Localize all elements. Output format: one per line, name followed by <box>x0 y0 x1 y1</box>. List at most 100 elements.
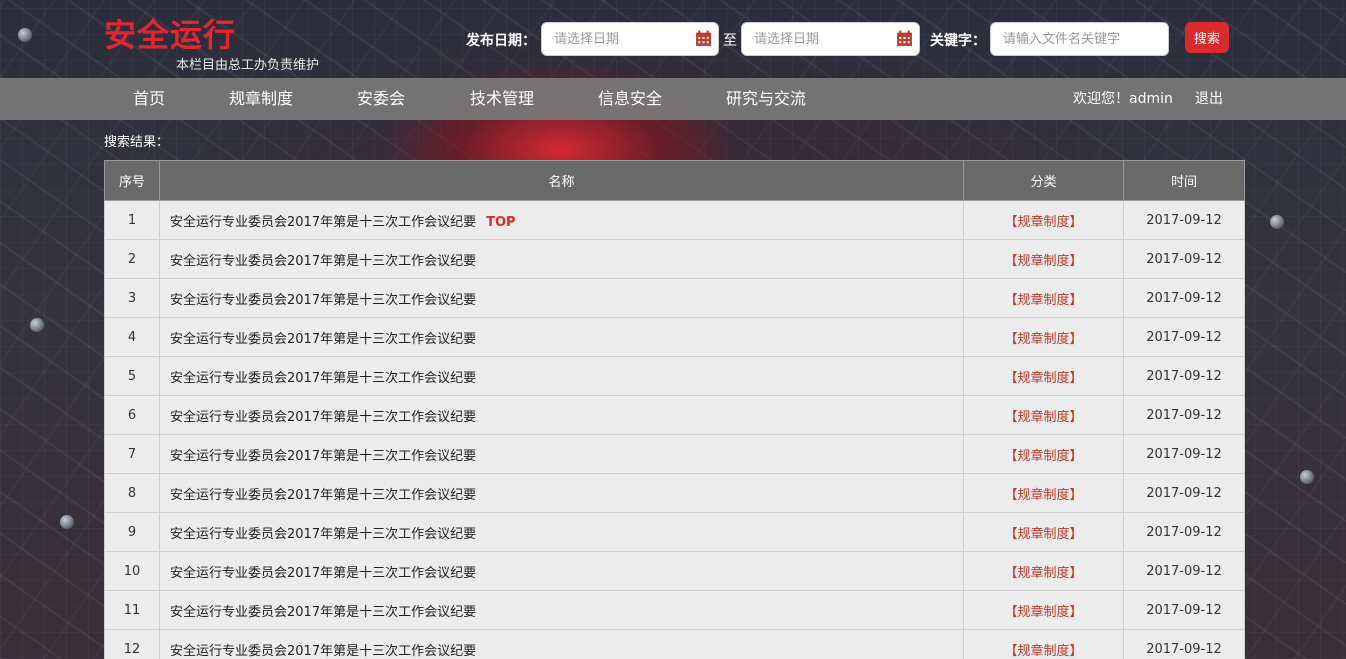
document-link[interactable]: 安全运行专业委员会2017年第是十三次工作会议纪要 <box>170 566 476 581</box>
row-name-cell: 安全运行专业委员会2017年第是十三次工作会议纪要 <box>159 473 964 513</box>
document-link[interactable]: 安全运行专业委员会2017年第是十三次工作会议纪要 <box>170 332 476 347</box>
table-row: 12 安全运行专业委员会2017年第是十三次工作会议纪要 【规章制度】 2017-09… <box>104 629 1245 659</box>
row-category[interactable]: 【规章制度】 <box>963 239 1124 279</box>
row-category[interactable]: 【规章制度】 <box>963 629 1124 659</box>
site-logo: 安全运行 <box>104 16 237 54</box>
nav-item-regulations[interactable]: 规章制度 <box>229 78 293 120</box>
row-category[interactable]: 【规章制度】 <box>963 395 1124 435</box>
table-row: 9 安全运行专业委员会2017年第是十三次工作会议纪要 【规章制度】 2017-09-… <box>104 512 1245 552</box>
row-index: 9 <box>104 512 160 552</box>
document-link[interactable]: 安全运行专业委员会2017年第是十三次工作会议纪要 <box>170 293 476 308</box>
date-filter-label: 发布日期： <box>466 33 536 49</box>
row-category[interactable]: 【规章制度】 <box>963 473 1124 513</box>
circuit-decoration <box>60 515 74 529</box>
search-results-label: 搜索结果： <box>104 135 170 150</box>
row-name-cell: 安全运行专业委员会2017年第是十三次工作会议纪要 <box>159 356 964 396</box>
document-link[interactable]: 安全运行专业委员会2017年第是十三次工作会议纪要 <box>170 254 476 269</box>
welcome-text: 欢迎您！admin <box>1073 91 1173 107</box>
row-index: 2 <box>104 239 160 279</box>
end-date-input[interactable] <box>741 22 920 56</box>
date-range-separator: 至 <box>723 33 737 49</box>
row-date: 2017-09-12 <box>1123 629 1245 659</box>
document-link[interactable]: 安全运行专业委员会2017年第是十三次工作会议纪要 <box>170 215 476 230</box>
document-link[interactable]: 安全运行专业委员会2017年第是十三次工作会议纪要 <box>170 644 476 659</box>
row-index: 5 <box>104 356 160 396</box>
start-date-input[interactable] <box>541 22 719 56</box>
circuit-decoration <box>1270 215 1284 229</box>
row-category[interactable]: 【规章制度】 <box>963 590 1124 630</box>
table-row: 5 安全运行专业委员会2017年第是十三次工作会议纪要 【规章制度】 2017-09-… <box>104 356 1245 396</box>
nav-item-home[interactable]: 首页 <box>133 78 165 120</box>
table-row: 4 安全运行专业委员会2017年第是十三次工作会议纪要 【规章制度】 2017-09-… <box>104 317 1245 357</box>
table-row: 10 安全运行专业委员会2017年第是十三次工作会议纪要 【规章制度】 2017-09… <box>104 551 1245 591</box>
table-row: 6 安全运行专业委员会2017年第是十三次工作会议纪要 【规章制度】 2017-09-… <box>104 395 1245 435</box>
circuit-decoration <box>1300 470 1314 484</box>
document-link[interactable]: 安全运行专业委员会2017年第是十三次工作会议纪要 <box>170 605 476 620</box>
logout-link[interactable]: 退出 <box>1195 78 1223 120</box>
row-index: 10 <box>104 551 160 591</box>
top-badge: TOP <box>486 214 516 230</box>
table-row: 11 安全运行专业委员会2017年第是十三次工作会议纪要 【规章制度】 2017-09… <box>104 590 1245 630</box>
document-link[interactable]: 安全运行专业委员会2017年第是十三次工作会议纪要 <box>170 410 476 425</box>
row-date: 2017-09-12 <box>1123 512 1245 552</box>
row-date: 2017-09-12 <box>1123 590 1245 630</box>
column-header-category: 分类 <box>963 160 1124 201</box>
nav-item-research[interactable]: 研究与交流 <box>726 78 806 120</box>
keyword-label: 关键字： <box>930 33 986 49</box>
row-name-cell: 安全运行专业委员会2017年第是十三次工作会议纪要 <box>159 629 964 659</box>
table-row: 1 安全运行专业委员会2017年第是十三次工作会议纪要 TOP 【规章制度】 2017-… <box>104 200 1245 240</box>
row-date: 2017-09-12 <box>1123 317 1245 357</box>
row-name-cell: 安全运行专业委员会2017年第是十三次工作会议纪要 <box>159 590 964 630</box>
row-name-cell: 安全运行专业委员会2017年第是十三次工作会议纪要 <box>159 278 964 318</box>
document-link[interactable]: 安全运行专业委员会2017年第是十三次工作会议纪要 <box>170 527 476 542</box>
nav-item-safety-committee[interactable]: 安委会 <box>357 78 405 120</box>
document-link[interactable]: 安全运行专业委员会2017年第是十三次工作会议纪要 <box>170 371 476 386</box>
row-index: 3 <box>104 278 160 318</box>
row-index: 1 <box>104 200 160 240</box>
row-category[interactable]: 【规章制度】 <box>963 434 1124 474</box>
main-nav: 首页 规章制度 安委会 技术管理 信息安全 研究与交流 欢迎您！admin 退出 <box>0 78 1346 120</box>
header: 安全运行 本栏目由总工办负责维护 发布日期： 至 关键字： 搜索 <box>0 0 1346 78</box>
row-index: 7 <box>104 434 160 474</box>
column-header-index: 序号 <box>104 160 160 201</box>
row-date: 2017-09-12 <box>1123 395 1245 435</box>
nav-item-tech-management[interactable]: 技术管理 <box>470 78 534 120</box>
row-category[interactable]: 【规章制度】 <box>963 512 1124 552</box>
column-header-name: 名称 <box>159 160 964 201</box>
row-index: 8 <box>104 473 160 513</box>
column-header-date: 时间 <box>1123 160 1245 201</box>
table-row: 2 安全运行专业委员会2017年第是十三次工作会议纪要 【规章制度】 2017-09-… <box>104 239 1245 279</box>
row-date: 2017-09-12 <box>1123 551 1245 591</box>
row-date: 2017-09-12 <box>1123 473 1245 513</box>
row-name-cell: 安全运行专业委员会2017年第是十三次工作会议纪要 <box>159 512 964 552</box>
results-table: 序号 名称 分类 时间 1 安全运行专业委员会2017年第是十三次工作会议纪要 TO… <box>104 160 1245 659</box>
row-index: 4 <box>104 317 160 357</box>
row-category[interactable]: 【规章制度】 <box>963 551 1124 591</box>
site-subtitle: 本栏目由总工办负责维护 <box>176 58 320 73</box>
document-link[interactable]: 安全运行专业委员会2017年第是十三次工作会议纪要 <box>170 449 476 464</box>
nav-item-info-security[interactable]: 信息安全 <box>598 78 662 120</box>
table-row: 3 安全运行专业委员会2017年第是十三次工作会议纪要 【规章制度】 2017-09-… <box>104 278 1245 318</box>
row-date: 2017-09-12 <box>1123 239 1245 279</box>
row-category[interactable]: 【规章制度】 <box>963 356 1124 396</box>
keyword-input[interactable] <box>990 22 1169 56</box>
row-name-cell: 安全运行专业委员会2017年第是十三次工作会议纪要 <box>159 395 964 435</box>
row-name-cell: 安全运行专业委员会2017年第是十三次工作会议纪要 <box>159 317 964 357</box>
row-category[interactable]: 【规章制度】 <box>963 317 1124 357</box>
row-name-cell: 安全运行专业委员会2017年第是十三次工作会议纪要 <box>159 551 964 591</box>
row-date: 2017-09-12 <box>1123 356 1245 396</box>
calendar-icon[interactable] <box>695 30 712 47</box>
document-link[interactable]: 安全运行专业委员会2017年第是十三次工作会议纪要 <box>170 488 476 503</box>
row-index: 12 <box>104 629 160 659</box>
row-name-cell: 安全运行专业委员会2017年第是十三次工作会议纪要 TOP <box>159 200 964 240</box>
row-category[interactable]: 【规章制度】 <box>963 200 1124 240</box>
table-row: 8 安全运行专业委员会2017年第是十三次工作会议纪要 【规章制度】 2017-09-… <box>104 473 1245 513</box>
search-button[interactable]: 搜索 <box>1185 22 1229 53</box>
row-index: 11 <box>104 590 160 630</box>
calendar-icon[interactable] <box>896 30 913 47</box>
table-header-row: 序号 名称 分类 时间 <box>104 160 1245 201</box>
row-category[interactable]: 【规章制度】 <box>963 278 1124 318</box>
row-name-cell: 安全运行专业委员会2017年第是十三次工作会议纪要 <box>159 434 964 474</box>
table-row: 7 安全运行专业委员会2017年第是十三次工作会议纪要 【规章制度】 2017-09-… <box>104 434 1245 474</box>
row-date: 2017-09-12 <box>1123 278 1245 318</box>
